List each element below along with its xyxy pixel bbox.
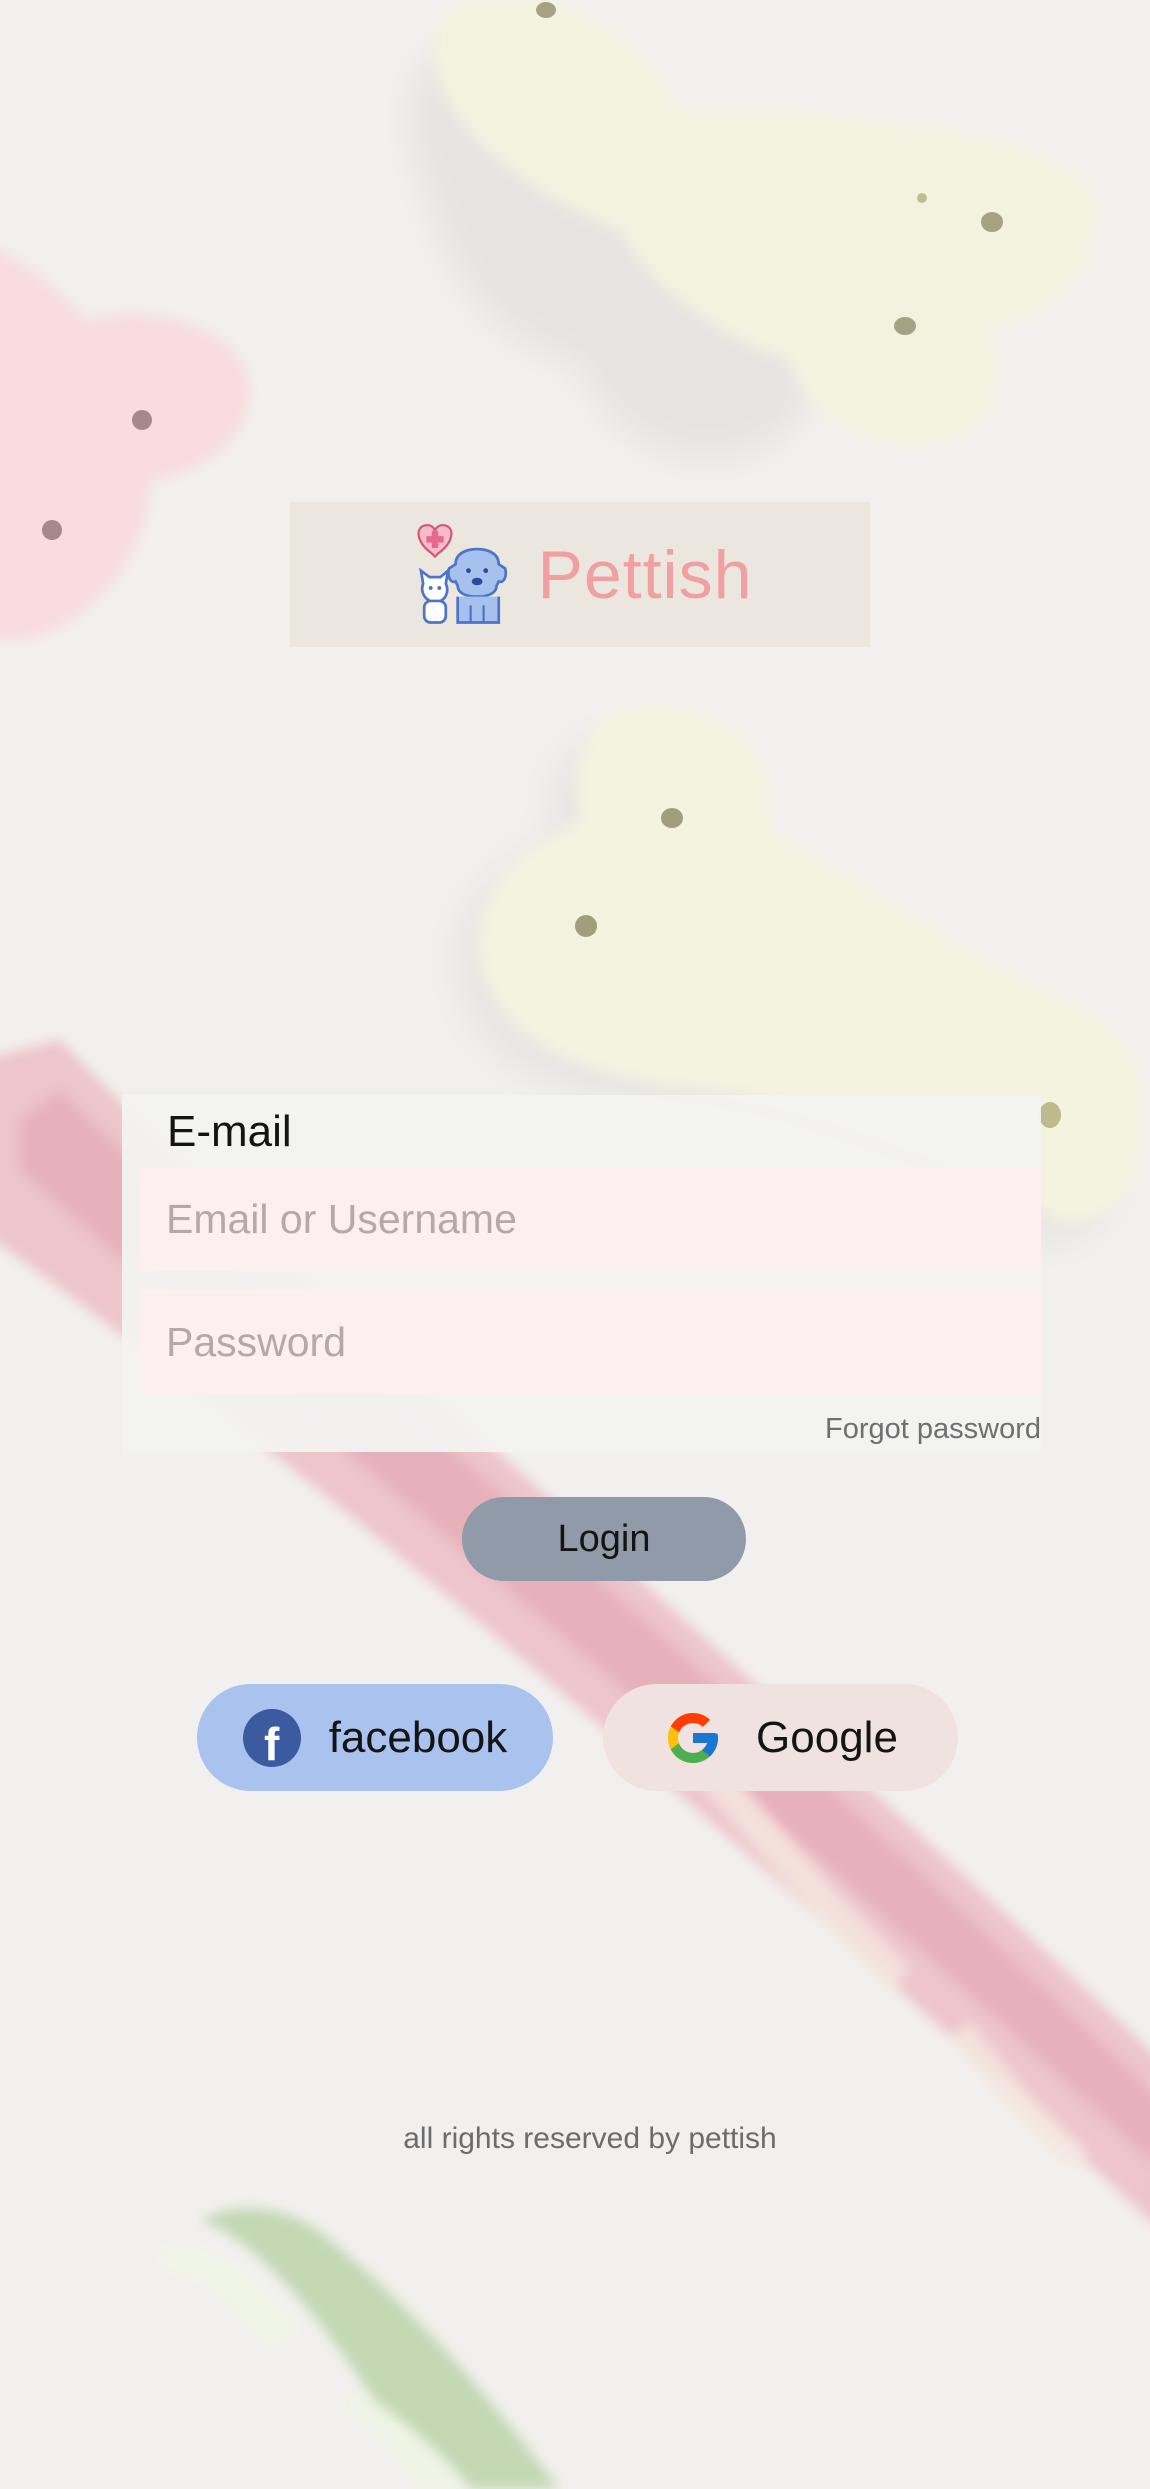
login-button[interactable]: Login <box>462 1497 746 1581</box>
facebook-login-button[interactable]: f facebook <box>197 1684 553 1791</box>
facebook-button-label: facebook <box>328 1712 508 1762</box>
pet-care-logo-icon <box>417 523 507 624</box>
forgot-password-link[interactable]: Forgot password <box>825 1413 1041 1446</box>
brand-name: Pettish <box>537 536 753 613</box>
google-login-button[interactable]: Google <box>603 1684 958 1791</box>
footer-copyright: all rights reserved by pettish <box>403 2122 777 2155</box>
facebook-icon: f <box>242 1708 301 1767</box>
password-input[interactable] <box>140 1290 1041 1394</box>
google-button-label: Google <box>756 1712 898 1762</box>
logo-banner: Pettish <box>290 502 870 647</box>
email-input[interactable] <box>140 1167 1041 1271</box>
login-button-label: Login <box>557 1517 651 1560</box>
google-icon <box>668 1712 719 1763</box>
form-heading: E-mail <box>167 1107 292 1156</box>
login-form: E-mail Forgot password <box>122 1095 1041 1452</box>
